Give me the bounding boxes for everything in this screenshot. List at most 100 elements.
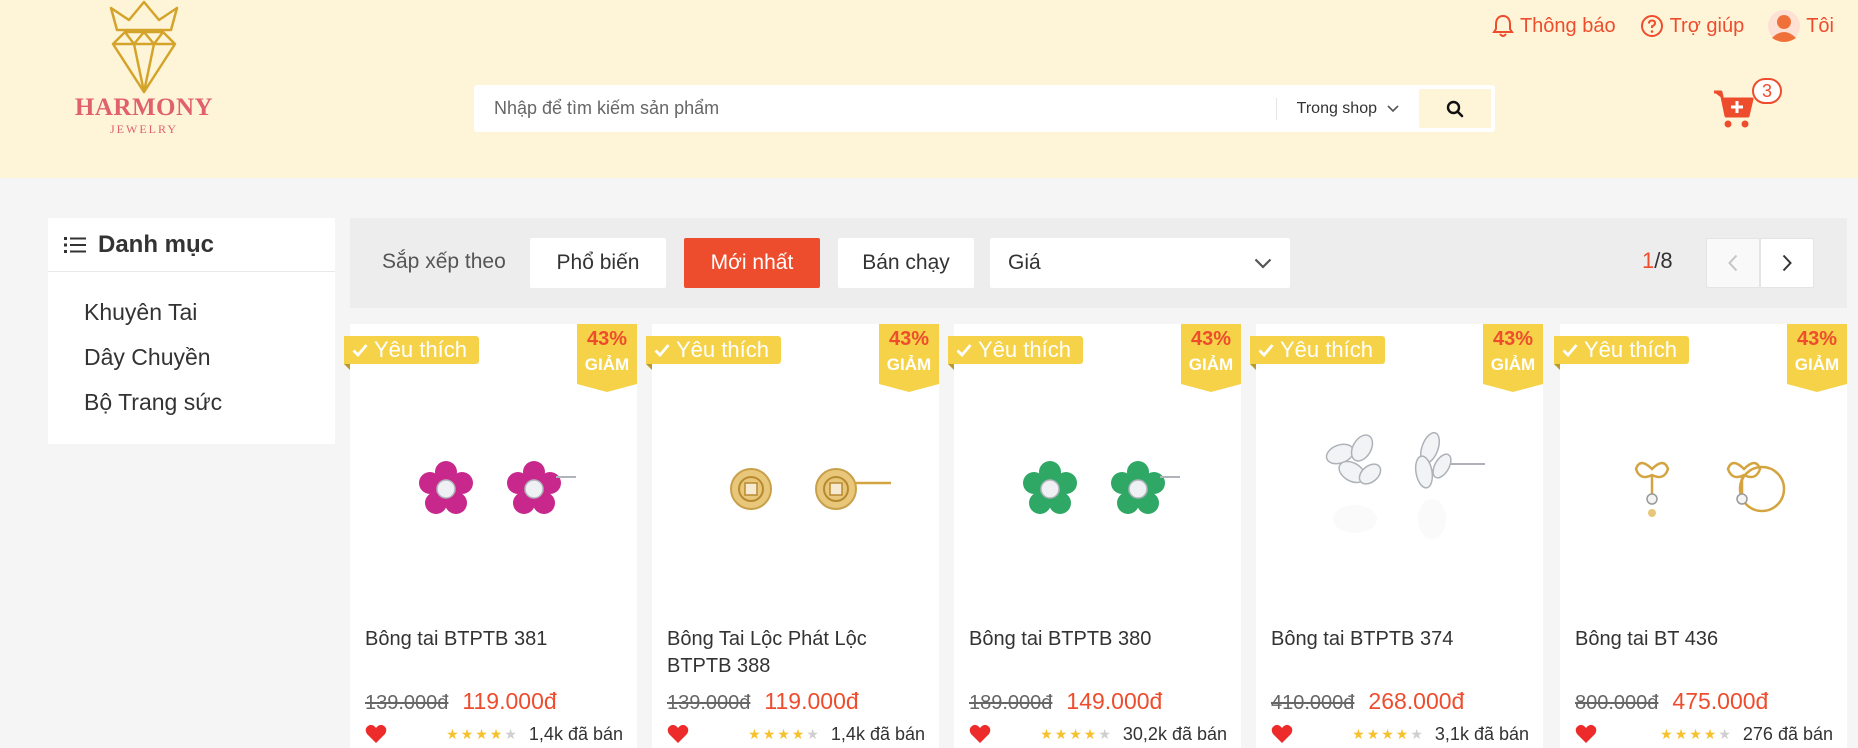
product-image[interactable] bbox=[984, 384, 1211, 594]
favorite-badge: Yêu thích bbox=[1554, 336, 1689, 370]
pink-flower-earrings-image bbox=[418, 461, 576, 514]
sort-newest-button[interactable]: Mới nhất bbox=[684, 238, 820, 288]
brand-name: HARMONY bbox=[74, 94, 214, 121]
sale-price: 268.000đ bbox=[1368, 688, 1465, 714]
search-bar: Trong shop bbox=[474, 85, 1495, 132]
green-flower-earrings-image bbox=[1022, 461, 1180, 514]
prev-page-button[interactable] bbox=[1706, 238, 1760, 288]
product-card[interactable]: Yêu thích 43% GIẢM Bông tai BTPTB 380 18… bbox=[948, 324, 1241, 748]
search-scope-dropdown[interactable]: Trong shop bbox=[1275, 97, 1419, 120]
product-price: 139.000đ 119.000đ bbox=[365, 688, 557, 715]
product-card[interactable]: Yêu thích 43% GIẢM Bông Tai Lộc Phát Lộc… bbox=[646, 324, 939, 748]
gold-bow-earrings-image bbox=[1634, 461, 1785, 517]
heart-icon[interactable] bbox=[969, 724, 991, 744]
check-icon bbox=[654, 344, 670, 357]
sale-price: 119.000đ bbox=[462, 688, 557, 714]
sold-count: 1,4k đã bán bbox=[830, 723, 925, 744]
product-image[interactable] bbox=[1286, 384, 1513, 594]
check-icon bbox=[1258, 344, 1274, 357]
discount-label: GIẢM bbox=[886, 355, 932, 374]
cart-button[interactable]: 3 bbox=[1712, 76, 1782, 132]
check-icon bbox=[956, 344, 972, 357]
discount-percent: 43% bbox=[586, 328, 628, 350]
notifications-link[interactable]: Thông báo bbox=[1492, 14, 1616, 38]
star-rating: ★★★★★ bbox=[748, 725, 821, 742]
sale-price: 149.000đ bbox=[1066, 688, 1163, 714]
original-price: 139.000đ bbox=[365, 692, 449, 714]
category-item-khuyen-tai[interactable]: Khuyên Tai bbox=[48, 290, 335, 335]
brand-subtitle: JEWELRY bbox=[110, 122, 178, 136]
rating-and-sold: ★★★★★ 1,4k đã bán bbox=[446, 724, 623, 745]
account-label: Tôi bbox=[1806, 14, 1834, 37]
category-item-bo-trang-suc[interactable]: Bộ Trang sức bbox=[48, 380, 335, 425]
heart-icon[interactable] bbox=[1575, 724, 1597, 744]
bell-icon bbox=[1492, 14, 1514, 37]
sold-count: 3,1k đã bán bbox=[1434, 723, 1529, 744]
sold-count: 1,4k đã bán bbox=[528, 723, 623, 744]
product-image[interactable] bbox=[380, 384, 607, 594]
list-icon bbox=[64, 236, 86, 253]
price-sort-select[interactable]: Giá bbox=[990, 238, 1290, 288]
help-link[interactable]: Trợ giúp bbox=[1640, 14, 1745, 38]
discount-badge: 43% GIẢM bbox=[1181, 324, 1241, 392]
gold-coin-earrings-image bbox=[729, 468, 891, 510]
category-item-day-chuyen[interactable]: Dây Chuyền bbox=[48, 335, 335, 380]
cart-icon bbox=[1714, 90, 1754, 128]
original-price: 189.000đ bbox=[969, 692, 1053, 714]
price-sort-label: Giá bbox=[1008, 251, 1041, 274]
discount-label: GIẢM bbox=[1188, 355, 1234, 374]
account-link[interactable]: Tôi bbox=[1768, 10, 1834, 42]
heart-icon[interactable] bbox=[365, 724, 387, 744]
heart-icon[interactable] bbox=[1271, 724, 1293, 744]
search-input[interactable] bbox=[474, 85, 1276, 132]
category-header: Danh mục bbox=[48, 218, 335, 272]
product-name[interactable]: Bông Tai Lộc Phát Lộc BTPTB 388 bbox=[667, 626, 927, 680]
favorite-badge-label: Yêu thích bbox=[676, 337, 769, 362]
help-label: Trợ giúp bbox=[1669, 14, 1745, 37]
chevron-right-icon bbox=[1782, 254, 1792, 272]
sold-count: 30,2k đã bán bbox=[1122, 723, 1227, 744]
discount-percent: 43% bbox=[888, 328, 930, 350]
category-sidebar: Danh mục Khuyên Tai Dây Chuyền Bộ Trang … bbox=[48, 218, 335, 444]
check-icon bbox=[1562, 344, 1578, 357]
site-header: HARMONY JEWELRY Thông báo Trợ giúp Tôi N… bbox=[0, 0, 1858, 178]
product-name[interactable]: Bông tai BTPTB 374 bbox=[1271, 626, 1531, 653]
heart-icon[interactable] bbox=[667, 724, 689, 744]
product-image[interactable] bbox=[1590, 384, 1817, 594]
product-card[interactable]: Yêu thích 43% GIẢM Bông tai BT 436 800.0… bbox=[1554, 324, 1847, 748]
page-current: 1 bbox=[1642, 248, 1655, 273]
product-name[interactable]: Bông tai BT 436 bbox=[1575, 626, 1835, 653]
discount-badge: 43% GIẢM bbox=[1483, 324, 1543, 392]
search-button[interactable] bbox=[1419, 89, 1491, 128]
discount-label: GIẢM bbox=[1490, 355, 1536, 374]
cart-count-badge: 3 bbox=[1752, 78, 1782, 104]
discount-percent: 43% bbox=[1190, 328, 1232, 350]
product-footer: ★★★★★ 1,4k đã bán bbox=[667, 722, 925, 746]
sort-popular-button[interactable]: Phổ biến bbox=[530, 238, 666, 288]
sort-bestselling-button[interactable]: Bán chạy bbox=[838, 238, 974, 288]
product-name[interactable]: Bông tai BTPTB 381 bbox=[365, 626, 625, 653]
favorite-badge: Yêu thích bbox=[344, 336, 479, 370]
next-page-button[interactable] bbox=[1760, 238, 1814, 288]
product-card[interactable]: Yêu thích 43% GIẢM Bông tai BTPTB 374 41… bbox=[1250, 324, 1543, 748]
favorite-badge: Yêu thích bbox=[646, 336, 781, 370]
product-name[interactable]: Bông tai BTPTB 380 bbox=[969, 626, 1229, 653]
discount-badge: 43% GIẢM bbox=[1787, 324, 1847, 392]
discount-label: GIẢM bbox=[1794, 355, 1840, 374]
search-icon bbox=[1446, 100, 1464, 117]
product-price: 800.000đ 475.000đ bbox=[1575, 688, 1768, 715]
crown-diamond-logo-icon bbox=[109, 0, 179, 94]
sold-count: 276 đã bán bbox=[1742, 723, 1833, 744]
sale-price: 119.000đ bbox=[764, 688, 859, 714]
product-card[interactable]: Yêu thích 43% GIẢM Bông tai BTPTB 381 13… bbox=[344, 324, 637, 748]
discount-badge: 43% GIẢM bbox=[577, 324, 637, 392]
favorite-badge-label: Yêu thích bbox=[1280, 337, 1373, 362]
brand-logo[interactable]: HARMONY JEWELRY bbox=[74, 0, 214, 140]
favorite-badge: Yêu thích bbox=[948, 336, 1083, 370]
favorite-badge-label: Yêu thích bbox=[978, 337, 1071, 362]
product-price: 139.000đ 119.000đ bbox=[667, 688, 859, 715]
product-price: 410.000đ 268.000đ bbox=[1271, 688, 1464, 715]
star-rating: ★★★★★ bbox=[1040, 725, 1113, 742]
original-price: 800.000đ bbox=[1575, 692, 1659, 714]
product-image[interactable] bbox=[682, 384, 909, 594]
